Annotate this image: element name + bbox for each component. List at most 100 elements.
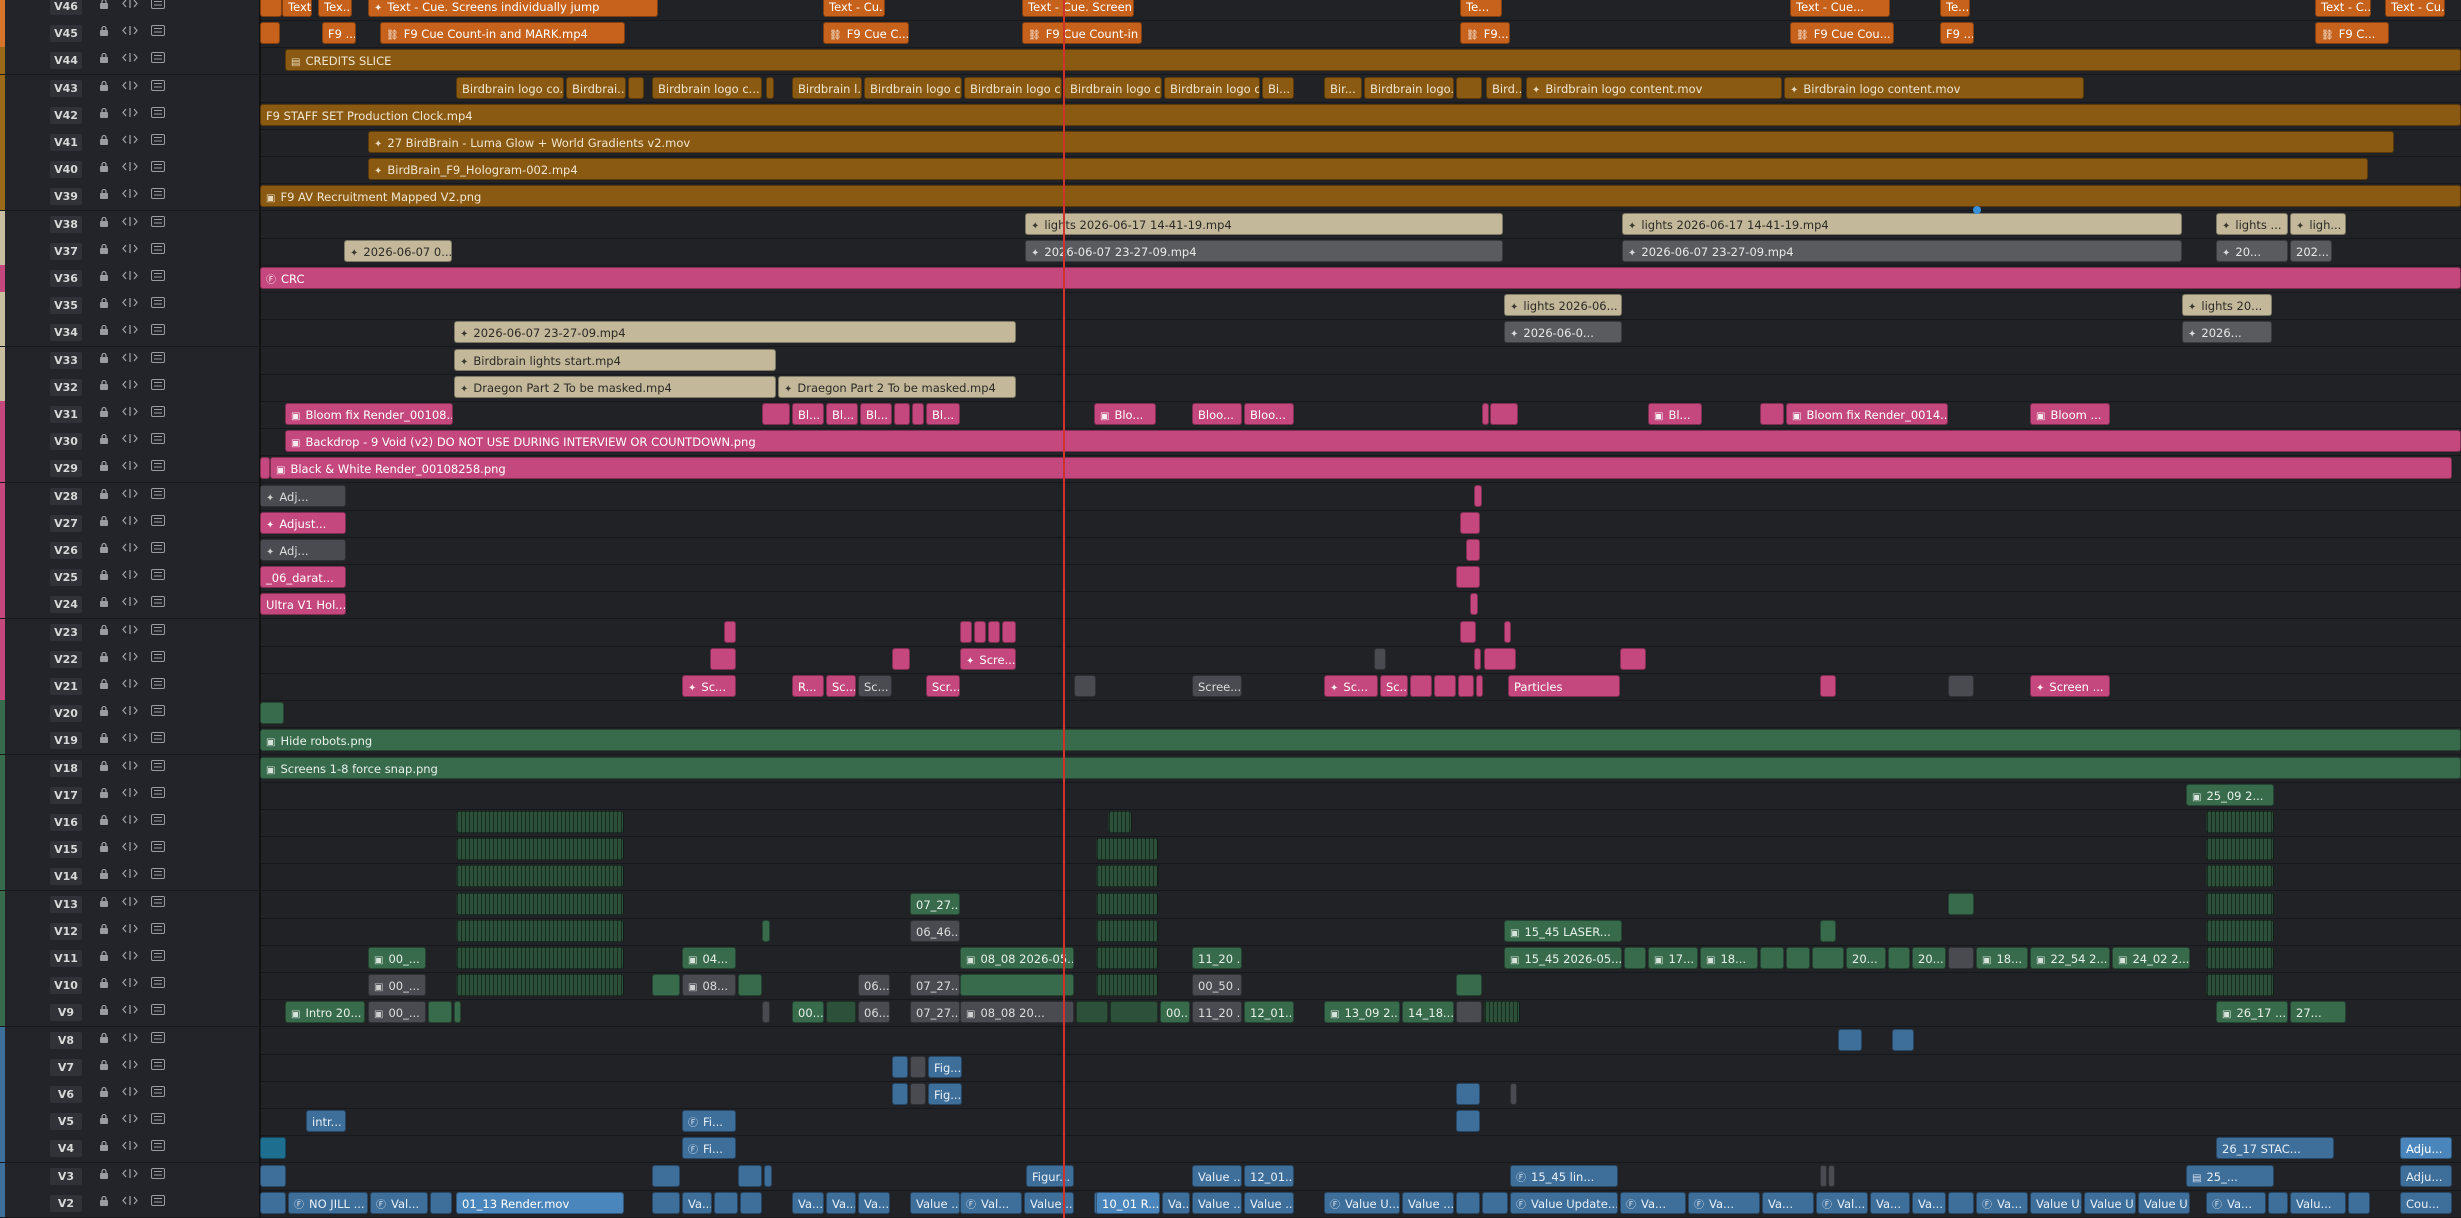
track-lane[interactable]: Ⓕ NO JILL ... Ⓕ Val... 01_13 Render.mov Va...… bbox=[260, 1190, 2461, 1217]
auto-select-icon[interactable] bbox=[122, 52, 138, 68]
timeline-clip[interactable]: Ⓕ Va... bbox=[1688, 1191, 1760, 1214]
timeline-clip[interactable] bbox=[260, 0, 282, 17]
timeline-clip[interactable] bbox=[456, 838, 624, 861]
timeline-clip[interactable] bbox=[1002, 620, 1016, 643]
lock-icon[interactable] bbox=[96, 1168, 112, 1184]
track-name-label[interactable]: V10 bbox=[50, 977, 82, 995]
timeline-clip[interactable]: Sc... bbox=[1380, 675, 1408, 697]
timeline-clip[interactable] bbox=[1482, 403, 1489, 425]
track-name-label[interactable]: V12 bbox=[50, 922, 82, 940]
track-name-label[interactable]: V45 bbox=[50, 25, 82, 43]
timeline-clip[interactable]: ✦ Adj... bbox=[260, 539, 346, 561]
timeline-clip[interactable] bbox=[1374, 647, 1386, 670]
track-name-label[interactable]: V8 bbox=[50, 1031, 82, 1049]
lock-icon[interactable] bbox=[96, 488, 112, 504]
timeline-clip[interactable] bbox=[740, 1191, 762, 1214]
lock-icon[interactable] bbox=[96, 161, 112, 177]
timeline-clip[interactable] bbox=[652, 1191, 680, 1214]
timeline-clip[interactable]: F9 ... bbox=[322, 22, 356, 45]
track-name-label[interactable]: V7 bbox=[50, 1058, 82, 1076]
timeline-clip[interactable]: Scree... bbox=[1192, 675, 1242, 697]
auto-select-icon[interactable] bbox=[122, 352, 138, 368]
track-output-icon[interactable] bbox=[150, 433, 166, 449]
timeline-clip[interactable]: ▣ 13_09 2... bbox=[1324, 1001, 1400, 1024]
auto-select-icon[interactable] bbox=[122, 1032, 138, 1048]
timeline-clip[interactable] bbox=[1470, 593, 1478, 616]
timeline-clip[interactable] bbox=[456, 865, 624, 888]
track-lane[interactable]: ✦ BirdBrain_F9_Hologram-002.mp4 bbox=[260, 156, 2461, 183]
auto-select-icon[interactable] bbox=[122, 569, 138, 585]
track-lane[interactable]: _06_darat... bbox=[260, 564, 2461, 591]
track-output-icon[interactable] bbox=[150, 786, 166, 803]
track-lane[interactable]: ✦ lights 2026-06-17 14-41-19.mp4 ✦ lights 2… bbox=[260, 211, 2461, 238]
timeline-clip[interactable] bbox=[1786, 947, 1810, 969]
auto-select-icon[interactable] bbox=[122, 814, 138, 830]
timeline-clip[interactable]: ▣ F9 AV Recruitment Mapped V2.png bbox=[260, 185, 2461, 208]
auto-select-icon[interactable] bbox=[122, 1195, 138, 1211]
track-output-icon[interactable] bbox=[150, 460, 166, 476]
track-name-label[interactable]: V27 bbox=[50, 514, 82, 532]
timeline-clip[interactable] bbox=[2206, 974, 2274, 997]
track-output-icon[interactable] bbox=[150, 270, 166, 286]
timeline-clip[interactable]: Value ... bbox=[1244, 1191, 1294, 1214]
lock-icon[interactable] bbox=[96, 324, 112, 340]
track-lane[interactable]: F9 ... ⛓ F9 Cue Count-in and MARK.mp4 ⛓ F9 C… bbox=[260, 20, 2461, 47]
timeline-clip[interactable] bbox=[1456, 1191, 1480, 1214]
timeline-clip[interactable]: F9 STAFF SET Production Clock.mp4 bbox=[260, 103, 2461, 126]
timeline-clip[interactable]: 12_01... bbox=[1244, 1001, 1294, 1024]
track-lane[interactable]: intr... Ⓕ Fi... bbox=[260, 1108, 2461, 1135]
track-name-label[interactable]: V18 bbox=[50, 759, 82, 777]
track-output-icon[interactable] bbox=[150, 25, 166, 41]
auto-select-icon[interactable] bbox=[122, 923, 138, 939]
timeline-clip[interactable] bbox=[1460, 511, 1480, 534]
timeline-clip[interactable] bbox=[1096, 892, 1158, 915]
timeline-clip[interactable]: Bl... bbox=[826, 403, 858, 425]
playhead[interactable] bbox=[1063, 0, 1065, 1218]
lock-icon[interactable] bbox=[96, 1032, 112, 1048]
lock-icon[interactable] bbox=[96, 760, 112, 776]
lock-icon[interactable] bbox=[96, 515, 112, 531]
lock-icon[interactable] bbox=[96, 841, 112, 857]
track-lane[interactable]: ▣ Backdrop - 9 Void (v2) DO NOT USE DURIN… bbox=[260, 428, 2461, 455]
track-lane[interactable]: F9 STAFF SET Production Clock.mp4 bbox=[260, 102, 2461, 129]
timeline-clip[interactable] bbox=[456, 811, 624, 833]
timeline-clip[interactable]: Sc... bbox=[826, 675, 856, 697]
timeline-clip[interactable] bbox=[892, 1055, 908, 1078]
auto-select-icon[interactable] bbox=[122, 243, 138, 259]
timeline-clip[interactable]: Te... bbox=[1940, 0, 1970, 17]
track-lane[interactable]: ✦ 2026-06-07 23-27-09.mp4 ✦ 2026-06-0... ✦ 20… bbox=[260, 319, 2461, 346]
timeline-clip[interactable] bbox=[1096, 865, 1158, 888]
lock-icon[interactable] bbox=[96, 379, 112, 395]
timeline-clip[interactable]: ⛓ F9 Cue Cou... bbox=[1790, 22, 1894, 45]
lock-icon[interactable] bbox=[96, 624, 112, 640]
track-output-icon[interactable] bbox=[150, 569, 166, 585]
timeline-clip[interactable] bbox=[1096, 919, 1158, 942]
track-output-icon[interactable] bbox=[150, 1167, 166, 1184]
track-name-label[interactable]: V26 bbox=[50, 542, 82, 559]
track-lane[interactable]: ✦ Adj... bbox=[260, 483, 2461, 510]
auto-select-icon[interactable] bbox=[122, 950, 138, 966]
track-output-icon[interactable] bbox=[150, 596, 166, 612]
auto-select-icon[interactable] bbox=[122, 515, 138, 531]
track-name-label[interactable]: V42 bbox=[50, 106, 82, 124]
timeline-clip[interactable]: Scr... bbox=[926, 675, 960, 697]
track-lane[interactable]: ▣ Black & White Render_00108258.png bbox=[260, 455, 2461, 482]
track-output-icon[interactable] bbox=[150, 732, 166, 748]
timeline-clip[interactable]: ✦ Screen ... bbox=[2030, 675, 2110, 697]
timeline-clip[interactable]: Value U... bbox=[2030, 1191, 2082, 1214]
timeline-clip[interactable]: ▣ Screens 1-8 force snap.png bbox=[260, 756, 2461, 779]
timeline-clip[interactable]: Birdbrai... bbox=[566, 76, 626, 99]
track-output-icon[interactable] bbox=[150, 650, 166, 667]
timeline-clip[interactable]: Va... bbox=[792, 1191, 824, 1214]
timeline-clip[interactable]: Ⓕ Val... bbox=[370, 1191, 428, 1214]
timeline-clip[interactable]: ▣ 04... bbox=[682, 947, 736, 969]
timeline-clip[interactable]: Ⓕ Va... bbox=[1620, 1191, 1686, 1214]
timeline-clip[interactable] bbox=[762, 1001, 770, 1024]
timeline-clip[interactable] bbox=[430, 1191, 452, 1214]
track-name-label[interactable]: V43 bbox=[50, 79, 82, 97]
track-output-icon[interactable] bbox=[150, 52, 166, 68]
timeline-clip[interactable]: ✦ ligh... bbox=[2290, 212, 2346, 235]
track-lane[interactable]: ▣ 00_... ▣ 04... ▣ 08_08 2026-05... 11_20 ... ▣… bbox=[260, 945, 2461, 972]
track-name-label[interactable]: V4 bbox=[50, 1140, 82, 1158]
track-lane[interactable]: ✦ 27 BirdBrain - Luma Glow + World Gradie… bbox=[260, 129, 2461, 156]
